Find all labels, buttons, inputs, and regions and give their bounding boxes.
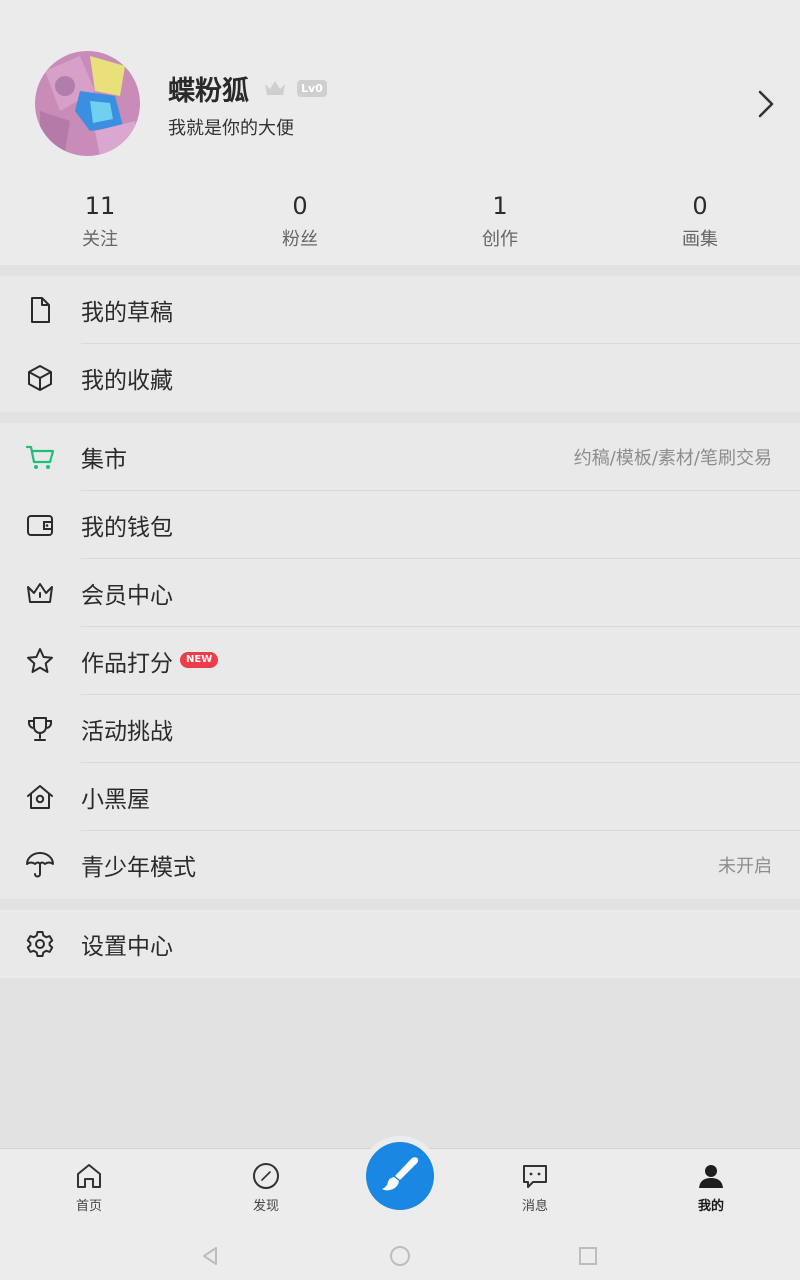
stat-label: 关注 <box>82 229 118 250</box>
menu-label: 我的钱包 <box>81 515 173 541</box>
menu-label: 作品打分 <box>81 651 173 677</box>
wallet-icon <box>27 515 53 536</box>
profile-header[interactable]: 蝶粉狐 Lv0 我就是你的大便 11 关注 0 粉丝 1 创作 0 画集 <box>0 0 800 265</box>
menu-item-challenges[interactable]: 活动挑战 <box>0 695 800 763</box>
cart-icon <box>25 445 55 469</box>
menu-label: 集市 <box>81 447 127 473</box>
bio-text: 我就是你的大便 <box>168 118 294 139</box>
trophy-icon <box>28 717 52 741</box>
menu-item-blacklist[interactable]: 小黑屋 <box>0 763 800 831</box>
menu-group-settings: 设置中心 <box>0 910 800 978</box>
menu-item-wallet[interactable]: 我的钱包 <box>0 491 800 559</box>
stat-value: 0 <box>692 192 708 220</box>
stat-value: 1 <box>492 192 508 220</box>
box-icon <box>28 365 52 391</box>
menu-label: 我的收藏 <box>81 368 173 394</box>
brush-icon <box>382 1157 419 1191</box>
stat-label: 粉丝 <box>282 229 318 250</box>
menu-label: 小黑屋 <box>81 787 150 813</box>
message-icon <box>523 1165 547 1188</box>
stat-label: 画集 <box>682 229 718 250</box>
menu-item-membership[interactable]: 会员中心 <box>0 559 800 627</box>
nav-me[interactable]: 我的 <box>661 1161 761 1214</box>
nav-discover[interactable]: 发现 <box>216 1161 316 1214</box>
gear-icon <box>26 931 54 957</box>
menu-label: 活动挑战 <box>81 719 173 745</box>
market-subtitle: 约稿/模板/素材/笔刷交易 <box>573 448 772 469</box>
back-icon[interactable] <box>192 1238 228 1274</box>
person-icon <box>699 1165 723 1188</box>
umbrella-icon <box>26 852 54 878</box>
menu-label: 设置中心 <box>81 934 173 960</box>
menu-label: 青少年模式 <box>81 855 196 881</box>
stat-label: 创作 <box>482 229 518 250</box>
menu-item-market[interactable]: 集市 约稿/模板/素材/笔刷交易 <box>0 423 800 491</box>
create-button-circle <box>366 1142 434 1210</box>
stat-works[interactable]: 1 创作 <box>400 190 600 251</box>
nav-label: 消息 <box>521 1199 548 1214</box>
vip-crown-icon[interactable] <box>263 78 287 98</box>
house-icon <box>27 785 53 809</box>
system-nav-bar <box>0 1230 800 1280</box>
nav-home[interactable]: 首页 <box>39 1161 139 1214</box>
menu-item-settings[interactable]: 设置中心 <box>0 910 800 978</box>
menu-label: 我的草稿 <box>81 300 173 326</box>
menu-group-personal: 我的草稿 我的收藏 <box>0 276 800 412</box>
menu-label: 会员中心 <box>81 583 173 609</box>
nav-label: 发现 <box>252 1199 279 1214</box>
stat-following[interactable]: 11 关注 <box>0 190 200 251</box>
menu-item-drafts[interactable]: 我的草稿 <box>0 276 800 344</box>
compass-icon <box>253 1163 279 1189</box>
stat-value: 0 <box>292 192 308 220</box>
home-circle-icon[interactable] <box>382 1238 418 1274</box>
chevron-right-icon[interactable] <box>752 88 780 120</box>
stat-fans[interactable]: 0 粉丝 <box>200 190 400 251</box>
nav-label: 我的 <box>697 1199 724 1214</box>
nav-label: 首页 <box>75 1199 102 1214</box>
star-icon <box>27 648 53 673</box>
menu-group-services: 集市 约稿/模板/素材/笔刷交易 我的钱包 会员中心 作品打分 NEW 活动挑战… <box>0 423 800 899</box>
document-icon <box>31 297 50 323</box>
menu-item-teen-mode[interactable]: 青少年模式 未开启 <box>0 831 800 899</box>
stat-albums[interactable]: 0 画集 <box>600 190 800 251</box>
stat-value: 11 <box>84 192 116 220</box>
avatar[interactable] <box>35 51 140 156</box>
level-badge: Lv0 <box>297 79 327 97</box>
menu-item-favorites[interactable]: 我的收藏 <box>0 344 800 412</box>
create-button[interactable] <box>360 1136 440 1216</box>
home-icon <box>77 1164 101 1188</box>
stats-row: 11 关注 0 粉丝 1 创作 0 画集 <box>0 190 800 251</box>
nav-messages[interactable]: 消息 <box>485 1161 585 1214</box>
nickname: 蝶粉狐 <box>168 75 249 107</box>
teen-mode-status: 未开启 <box>718 856 772 877</box>
app-root: 蝶粉狐 Lv0 我就是你的大便 11 关注 0 粉丝 1 创作 0 画集 我的草… <box>0 0 800 1280</box>
new-badge: NEW <box>180 652 219 668</box>
crown-icon <box>27 583 53 603</box>
recents-icon[interactable] <box>570 1238 606 1274</box>
menu-item-rating[interactable]: 作品打分 NEW <box>0 627 800 695</box>
